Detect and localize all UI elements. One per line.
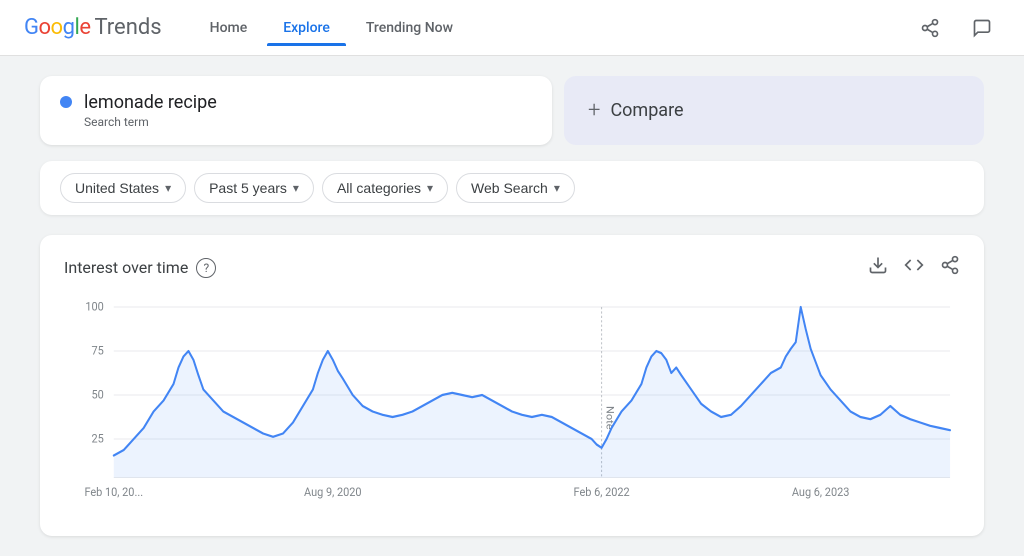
- period-filter[interactable]: Past 5 years ▾: [194, 173, 314, 203]
- nav-home[interactable]: Home: [194, 12, 264, 44]
- region-filter[interactable]: United States ▾: [60, 173, 186, 203]
- svg-text:50: 50: [92, 387, 104, 402]
- chart-container: 100 75 50 25 Note Feb 10, 20... Aug 9, 2…: [64, 296, 960, 516]
- search-box: lemonade recipe Search term: [40, 76, 552, 145]
- category-filter[interactable]: All categories ▾: [322, 173, 448, 203]
- chart-title: Interest over time: [64, 258, 188, 277]
- header-actions: [912, 10, 1000, 46]
- svg-text:75: 75: [92, 343, 105, 358]
- chart-actions: [868, 255, 960, 280]
- chart-svg: 100 75 50 25 Note Feb 10, 20... Aug 9, 2…: [64, 296, 960, 516]
- share-button[interactable]: [912, 10, 948, 46]
- chart-card: Interest over time ?: [40, 235, 984, 536]
- chart-header: Interest over time ?: [64, 255, 960, 280]
- search-type-label: Web Search: [471, 180, 548, 196]
- filter-bar: United States ▾ Past 5 years ▾ All categ…: [40, 161, 984, 215]
- nav-explore[interactable]: Explore: [267, 12, 346, 44]
- category-label: All categories: [337, 180, 421, 196]
- period-chevron: ▾: [293, 181, 299, 195]
- svg-text:Feb 6, 2022: Feb 6, 2022: [574, 485, 631, 500]
- header: Google Trends Home Explore Trending Now: [0, 0, 1024, 56]
- svg-text:100: 100: [85, 299, 103, 314]
- google-wordmark: Google: [24, 15, 90, 40]
- svg-text:Feb 10, 20...: Feb 10, 20...: [84, 485, 143, 500]
- feedback-button[interactable]: [964, 10, 1000, 46]
- chart-share-button[interactable]: [940, 255, 960, 280]
- download-button[interactable]: [868, 255, 888, 280]
- nav-trending[interactable]: Trending Now: [350, 12, 469, 44]
- search-term: lemonade recipe: [84, 92, 217, 113]
- main-nav: Home Explore Trending Now: [194, 12, 469, 44]
- category-chevron: ▾: [427, 181, 433, 195]
- region-label: United States: [75, 180, 159, 196]
- trends-wordmark: Trends: [94, 15, 161, 40]
- type-chevron: ▾: [554, 181, 560, 195]
- svg-text:25: 25: [92, 431, 105, 446]
- embed-button[interactable]: [904, 255, 924, 280]
- search-text-group: lemonade recipe Search term: [84, 92, 217, 129]
- compare-plus-icon: +: [588, 98, 600, 123]
- search-type-filter[interactable]: Web Search ▾: [456, 173, 575, 203]
- compare-label: Compare: [610, 100, 683, 121]
- logo: Google Trends: [24, 15, 162, 40]
- svg-text:Aug 6, 2023: Aug 6, 2023: [792, 485, 850, 500]
- main-content: lemonade recipe Search term + Compare Un…: [0, 56, 1024, 556]
- search-area: lemonade recipe Search term + Compare: [40, 76, 984, 145]
- compare-box[interactable]: + Compare: [564, 76, 984, 145]
- search-dot: [60, 96, 72, 108]
- svg-text:Aug 9, 2020: Aug 9, 2020: [304, 485, 362, 500]
- help-icon[interactable]: ?: [196, 258, 216, 278]
- chart-title-group: Interest over time ?: [64, 258, 216, 278]
- region-chevron: ▾: [165, 181, 171, 195]
- period-label: Past 5 years: [209, 180, 287, 196]
- search-type-label: Search term: [84, 115, 217, 129]
